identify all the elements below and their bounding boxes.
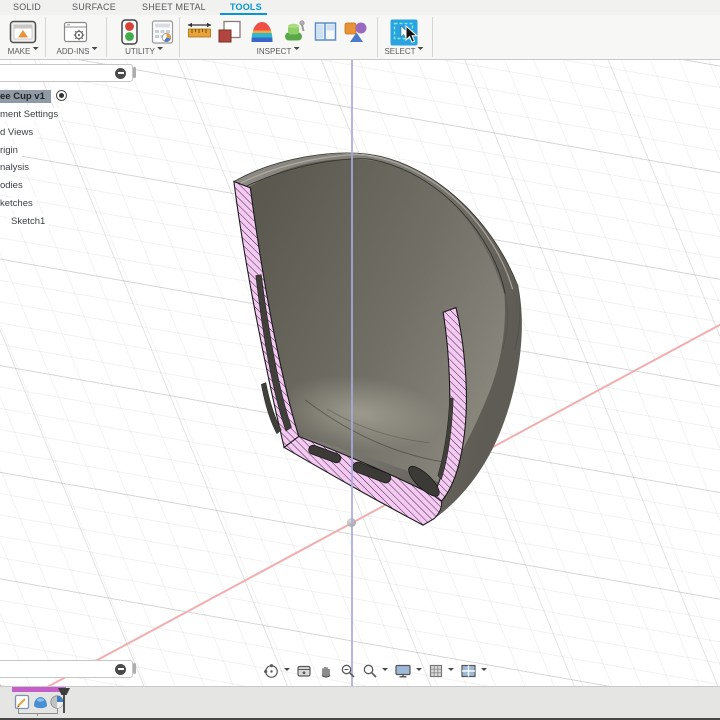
zoom-fit-button[interactable] (361, 663, 389, 679)
dropdown-arrow-icon (156, 47, 163, 53)
browser-footer-bar[interactable] (0, 660, 133, 678)
timeline-group-bracket (18, 708, 58, 716)
panel-resize-grip[interactable] (133, 662, 136, 674)
toolbar-divider (106, 17, 107, 57)
browser-item-bodies[interactable]: odies (0, 175, 27, 193)
look-at-icon (297, 665, 311, 677)
thread-analysis-icon[interactable] (281, 19, 309, 45)
timeline-bar (0, 686, 720, 720)
tab-surface[interactable]: SURFACE (72, 2, 116, 12)
tab-solid[interactable]: SOLID (13, 2, 41, 12)
viewports-icon (461, 664, 476, 678)
timeline-playhead[interactable] (56, 687, 74, 715)
make-group-label[interactable]: MAKE (8, 47, 39, 56)
pan-button[interactable] (317, 663, 335, 679)
model-viewport[interactable] (0, 59, 720, 686)
browser-item-sketches[interactable]: ketches (0, 193, 37, 211)
activate-component-radio[interactable] (55, 89, 67, 101)
active-tab-underline (220, 12, 267, 15)
tab-sheet-metal[interactable]: SHEET METAL (142, 2, 206, 12)
component-colors-icon[interactable] (342, 19, 370, 45)
vertical-axis-line (351, 59, 353, 686)
collapse-browser-icon[interactable] (115, 67, 126, 79)
ribbon-toolbar: SOLID SURFACE SHEET METAL TOOLS MAKE ADD… (0, 0, 720, 60)
browser-item-document-settings[interactable]: ment Settings (0, 104, 63, 122)
zoom-window-icon (363, 664, 377, 678)
section-inspect-icon[interactable] (312, 19, 340, 45)
orbit-icon (264, 663, 278, 678)
zoom-icon (341, 664, 355, 678)
browser-item-sketch1[interactable]: Sketch1 (7, 211, 50, 229)
pan-hand-icon (321, 666, 331, 678)
add-ins-icon[interactable] (62, 19, 90, 45)
dropdown-arrow-icon (91, 47, 98, 53)
model-coffee-cup-section[interactable] (0, 59, 720, 686)
zoom-button[interactable] (339, 663, 357, 679)
browser-item-named-views[interactable]: d Views (0, 122, 38, 140)
browser-item-label[interactable]: d Views (0, 125, 38, 139)
toolbar-divider (45, 17, 46, 57)
dropdown-arrow-icon (481, 668, 487, 674)
display-settings-icon (395, 664, 411, 678)
browser-item-origin[interactable]: rigin (0, 140, 22, 158)
dropdown-arrow-icon (32, 47, 39, 53)
fusion360-window: { "ribbon": { "tabs": [ {"label": "SOLID… (0, 0, 720, 720)
collapse-panel-icon[interactable] (115, 663, 126, 675)
viewports-button[interactable] (459, 663, 488, 679)
calculator-icon[interactable] (149, 19, 176, 45)
browser-item-label[interactable]: ee Cup v1 (0, 89, 51, 103)
toolbar-divider (432, 17, 433, 57)
curvature-map-icon[interactable] (248, 19, 276, 45)
dropdown-arrow-icon (284, 668, 290, 674)
toolbar-divider (377, 17, 378, 57)
browser-item-analysis[interactable]: nalysis (0, 157, 34, 175)
utility-group-label[interactable]: UTILITY (125, 47, 163, 56)
orbit-button[interactable] (262, 663, 291, 680)
view-navigation-bar (262, 661, 488, 681)
grid-settings-icon (429, 664, 443, 678)
interference-icon[interactable] (216, 19, 244, 45)
ribbon-tab-row: SOLID SURFACE SHEET METAL TOOLS (0, 0, 720, 15)
browser-item-label[interactable]: ketches (0, 196, 37, 210)
grid-settings-button[interactable] (427, 663, 455, 679)
look-at-button[interactable] (295, 663, 313, 679)
select-group-label[interactable]: SELECT (384, 47, 424, 56)
add-ins-group-label[interactable]: ADD-INS (57, 47, 98, 56)
inspect-group-label[interactable]: INSPECT (257, 47, 300, 56)
dropdown-arrow-icon (417, 47, 424, 53)
browser-item-label[interactable]: rigin (0, 143, 22, 157)
browser-header-bar[interactable] (0, 64, 133, 82)
browser-item-label[interactable]: nalysis (0, 161, 34, 174)
make-icon[interactable] (9, 19, 37, 45)
dropdown-arrow-icon (293, 47, 300, 53)
browser-item-label[interactable]: odies (0, 178, 27, 192)
mouse-cursor (405, 25, 419, 43)
dropdown-arrow-icon (382, 668, 388, 674)
tab-tools[interactable]: TOOLS (230, 2, 262, 12)
display-settings-button[interactable] (393, 663, 423, 679)
traffic-light-icon[interactable] (116, 19, 143, 45)
dropdown-arrow-icon (416, 668, 422, 674)
toolbar-divider (179, 17, 180, 57)
browser-item-document[interactable]: ee Cup v1 (0, 86, 67, 104)
browser-item-label[interactable]: Sketch1 (7, 214, 50, 228)
dropdown-arrow-icon (448, 668, 454, 674)
measure-icon[interactable] (186, 19, 213, 45)
browser-item-label[interactable]: ment Settings (0, 107, 63, 121)
browser-resize-grip[interactable] (133, 66, 136, 78)
